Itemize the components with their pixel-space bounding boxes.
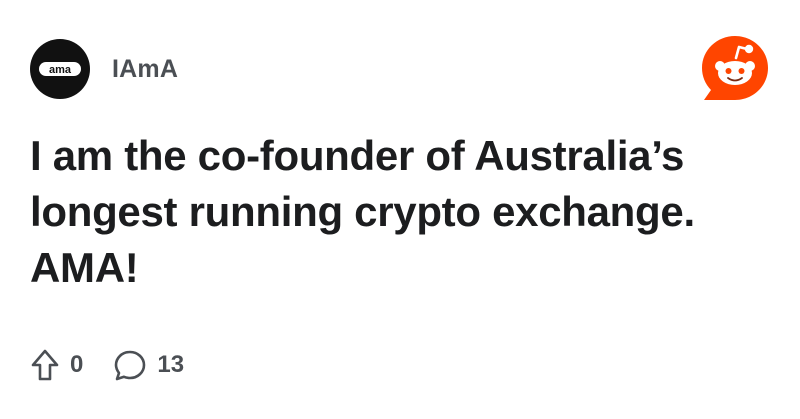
post-header: ama IAmA <box>30 36 770 100</box>
upvote-arrow-icon <box>31 349 59 381</box>
upvote-button[interactable]: 0 <box>30 345 83 385</box>
post-title[interactable]: I am the co-founder of Australia’s longe… <box>30 128 780 296</box>
svg-text:ama: ama <box>49 64 72 76</box>
post-stats: 0 13 <box>30 345 184 385</box>
ama-logo-icon: ama <box>39 62 81 76</box>
reddit-logo-icon <box>702 36 768 100</box>
comments-button[interactable]: 13 <box>113 345 184 385</box>
comment-count: 13 <box>157 351 185 378</box>
comment-bubble-icon <box>115 350 146 381</box>
upvote-count: 0 <box>70 351 84 378</box>
subreddit-name[interactable]: IAmA <box>112 54 178 84</box>
subreddit-avatar[interactable]: ama <box>30 39 90 99</box>
